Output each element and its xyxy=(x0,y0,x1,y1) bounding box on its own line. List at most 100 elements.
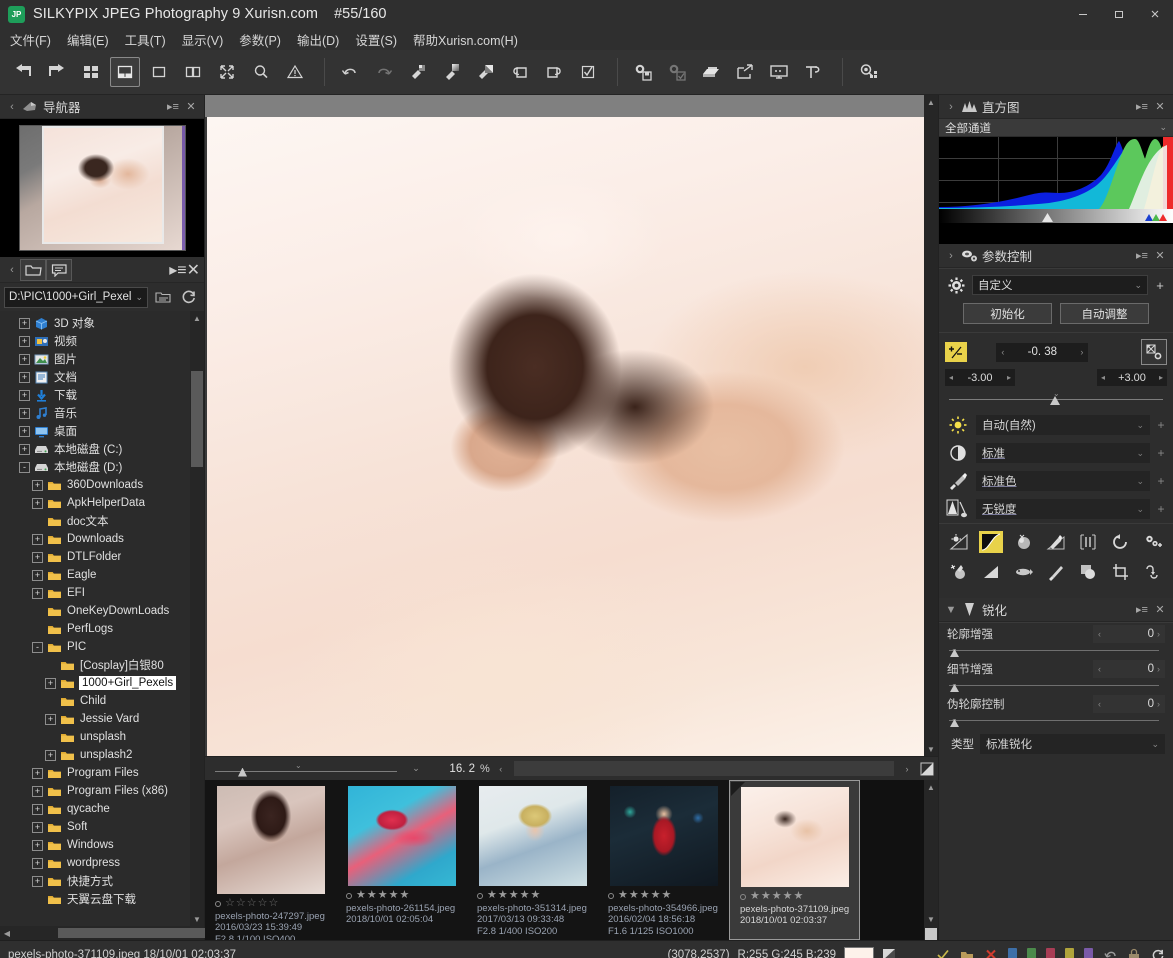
filmstrip-scroll-down-icon[interactable]: ▼ xyxy=(924,912,938,926)
exposure-slider[interactable]: ⌄ xyxy=(945,389,1167,405)
filmstrip-thumbnail[interactable]: ★ ★ ★ ★ ★ pexels-photo-351314.jpeg 2017/03/13 … xyxy=(467,780,598,940)
flip-icon[interactable] xyxy=(1141,561,1165,583)
rating-stars[interactable]: ☆ ☆ ☆ ☆ ☆ xyxy=(215,897,330,910)
undo-icon[interactable] xyxy=(335,57,365,87)
star-icon[interactable]: ★ xyxy=(378,890,388,901)
sharpness-menu-button[interactable]: ▸≡ xyxy=(1133,603,1151,616)
tree-expand-icon[interactable]: + xyxy=(45,749,56,761)
star-icon[interactable]: ☆ xyxy=(247,898,257,909)
main-photo[interactable] xyxy=(205,117,924,756)
sharpness-slider-spinner[interactable]: ‹ 0 › xyxy=(1093,625,1165,643)
next-image-icon[interactable] xyxy=(42,57,72,87)
sharpness-close-button[interactable]: ✕ xyxy=(1151,603,1169,616)
fisheye-icon[interactable] xyxy=(1012,561,1036,583)
menu-output[interactable]: 输出(D) xyxy=(297,30,339,49)
tree-item-apkhelperdata[interactable]: + ApkHelperData xyxy=(0,494,190,512)
tree-item--[interactable]: 天翼云盘下载 xyxy=(0,890,190,908)
tree-item-qycache[interactable]: + qycache xyxy=(0,800,190,818)
tree-scroll-up-icon[interactable]: ▲ xyxy=(190,311,204,325)
maximize-button[interactable] xyxy=(1101,0,1137,28)
tree-expand-icon[interactable]: + xyxy=(32,821,43,833)
checkbox-mark-icon[interactable] xyxy=(573,57,603,87)
star-icon[interactable]: ★ xyxy=(367,890,377,901)
clarity-icon[interactable] xyxy=(947,561,971,583)
tree-expand-icon[interactable]: + xyxy=(19,407,30,419)
tag-green-icon[interactable] xyxy=(1027,947,1036,958)
sharpness-slider-spinner[interactable]: ‹ 0 › xyxy=(1093,660,1165,678)
fit-to-window-icon[interactable] xyxy=(918,760,936,778)
rating-none-icon[interactable] xyxy=(740,893,746,900)
star-icon[interactable]: ★ xyxy=(783,891,793,902)
path-input[interactable]: D:\PIC\1000+Girl_Pexel ⌄ xyxy=(4,286,148,308)
rating-stars[interactable]: ★ ★ ★ ★ ★ xyxy=(346,889,461,902)
sharpness-slider-spinner[interactable]: ‹ 0 › xyxy=(1093,695,1165,713)
star-icon[interactable]: ☆ xyxy=(269,898,279,909)
menu-view[interactable]: 显示(V) xyxy=(182,30,224,49)
star-icon[interactable]: ★ xyxy=(520,890,530,901)
star-icon[interactable]: ★ xyxy=(356,890,366,901)
navigator-menu-button[interactable]: ▸≡ xyxy=(164,100,182,113)
tree-expand-icon[interactable]: + xyxy=(19,317,30,329)
tree-expand-icon[interactable]: + xyxy=(19,335,30,347)
tone-contrast-add-button[interactable]: + xyxy=(1155,446,1167,460)
tree-item-doc-[interactable]: doc文本 xyxy=(0,512,190,530)
copy-parameters-icon[interactable] xyxy=(403,57,433,87)
sharpness-icon[interactable] xyxy=(945,498,971,520)
filmstrip-thumbnail[interactable]: ★ ★ ★ ★ ★ pexels-photo-354966.jpeg 2016/02/04 … xyxy=(598,780,729,940)
warning-icon[interactable] xyxy=(280,57,310,87)
tree-item-1000-girl-pexels[interactable]: +1000+Girl_Pexels xyxy=(0,674,190,692)
print-icon[interactable] xyxy=(696,57,726,87)
add-preset-button[interactable]: + xyxy=(1153,278,1167,293)
tag-purple-icon[interactable] xyxy=(1084,947,1093,958)
folder-tree[interactable]: +3D 对象 + 视频 + 图片 + 文档 + 下载 + 音乐 + 桌面 + 本地磁盘 (C:) - 本地磁盘 … xyxy=(0,311,204,926)
tree-item--d-[interactable]: - 本地磁盘 (D:) xyxy=(0,458,190,476)
tree-item--[interactable]: + 图片 xyxy=(0,350,190,368)
auto-adjust-button[interactable]: 自动调整 xyxy=(1060,303,1149,324)
sharpness-slider-track[interactable]: ⌄ xyxy=(947,714,1165,728)
apply-settings-icon[interactable] xyxy=(662,57,692,87)
refresh-icon[interactable] xyxy=(1151,947,1165,958)
zoom-slider[interactable]: ⌄ xyxy=(207,758,405,780)
thumbnail-image[interactable] xyxy=(216,786,325,894)
thumbnail-image[interactable] xyxy=(347,786,456,886)
exposure-value-spinner[interactable]: ‹ -0. 38 › xyxy=(996,342,1089,362)
filmstrip[interactable]: ☆ ☆ ☆ ☆ ☆ pexels-photo-247297.jpeg 2016/03/23 … xyxy=(205,780,938,940)
sharpness-add-button[interactable]: + xyxy=(1155,502,1167,516)
tree-item-perflogs[interactable]: PerfLogs xyxy=(0,620,190,638)
gear-icon[interactable] xyxy=(945,277,967,294)
noise-reduction-icon[interactable] xyxy=(1012,531,1036,553)
grid-view-icon[interactable] xyxy=(76,57,106,87)
tree-expand-icon[interactable]: + xyxy=(19,371,30,383)
tree-scroll-down-icon[interactable]: ▼ xyxy=(190,912,204,926)
minimize-button[interactable] xyxy=(1065,0,1101,28)
sharpness-type-chevron-down-icon[interactable]: ⌄ xyxy=(1151,739,1159,750)
star-icon[interactable]: ★ xyxy=(651,890,661,901)
sharpness-type-select[interactable]: 标准锐化 ⌄ xyxy=(980,734,1165,754)
tree-item-program-files-x86-[interactable]: + Program Files (x86) xyxy=(0,782,190,800)
tree-item--[interactable]: + 快捷方式 xyxy=(0,872,190,890)
tree-item-eagle[interactable]: + Eagle xyxy=(0,566,190,584)
tree-expand-icon[interactable]: + xyxy=(32,875,43,887)
params-collapse-button[interactable]: › xyxy=(943,250,959,262)
star-icon[interactable]: ★ xyxy=(498,890,508,901)
star-icon[interactable]: ★ xyxy=(509,890,519,901)
rating-none-icon[interactable] xyxy=(477,892,483,899)
rating-stars[interactable]: ★ ★ ★ ★ ★ xyxy=(740,890,853,903)
advanced-settings-icon[interactable] xyxy=(1141,531,1165,553)
tree-item--[interactable]: + 桌面 xyxy=(0,422,190,440)
tree-expand-icon[interactable]: + xyxy=(19,425,30,437)
tag-red-icon[interactable] xyxy=(1046,947,1055,958)
redo-icon[interactable] xyxy=(369,57,399,87)
filmstrip-thumbnail[interactable]: ★ ★ ★ ★ ★ pexels-photo-261154.jpeg 2018/10/01 … xyxy=(336,780,467,940)
star-icon[interactable]: ★ xyxy=(772,891,782,902)
rotate-icon[interactable] xyxy=(1109,531,1133,553)
undo-tag-icon[interactable] xyxy=(1103,947,1117,958)
image-scroll-up-icon[interactable]: ▲ xyxy=(924,95,938,109)
star-icon[interactable]: ★ xyxy=(389,890,399,901)
tree-item-onekeydownloads[interactable]: OneKeyDownLoads xyxy=(0,602,190,620)
tree-expand-icon[interactable]: + xyxy=(32,497,43,509)
star-icon[interactable]: ★ xyxy=(531,890,541,901)
hammer-icon[interactable] xyxy=(798,57,828,87)
tree-expand-icon[interactable]: + xyxy=(32,785,43,797)
white-balance-chevron-down-icon[interactable]: ⌄ xyxy=(1136,420,1144,431)
